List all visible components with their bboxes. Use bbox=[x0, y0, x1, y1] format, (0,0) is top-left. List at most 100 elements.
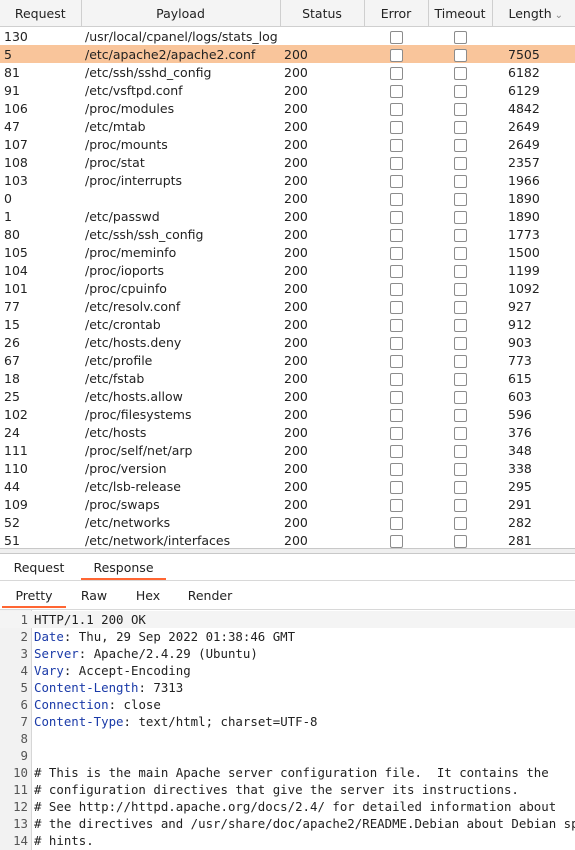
tab-response[interactable]: Response bbox=[81, 556, 166, 580]
timeout-checkbox[interactable] bbox=[453, 516, 467, 530]
timeout-checkbox[interactable] bbox=[453, 120, 467, 134]
error-checkbox[interactable] bbox=[389, 264, 403, 278]
timeout-checkbox[interactable] bbox=[453, 102, 467, 116]
table-row[interactable]: 108/proc/stat 200 2357 bbox=[0, 153, 575, 171]
timeout-checkbox[interactable] bbox=[453, 210, 467, 224]
tab-raw[interactable]: Raw bbox=[68, 584, 120, 606]
table-row[interactable]: 102/proc/filesystems 200 596 bbox=[0, 405, 575, 423]
timeout-checkbox[interactable] bbox=[453, 66, 467, 80]
timeout-checkbox[interactable] bbox=[453, 354, 467, 368]
error-checkbox[interactable] bbox=[389, 372, 403, 386]
error-checkbox[interactable] bbox=[389, 462, 403, 476]
column-header-payload[interactable]: Payload bbox=[81, 0, 281, 27]
error-checkbox[interactable] bbox=[389, 336, 403, 350]
column-header-length[interactable]: Length ⌄ bbox=[492, 0, 575, 27]
error-checkbox[interactable] bbox=[389, 480, 403, 494]
timeout-checkbox[interactable] bbox=[453, 426, 467, 440]
table-row[interactable]: 24/etc/hosts 200 376 bbox=[0, 423, 575, 441]
error-checkbox[interactable] bbox=[389, 192, 403, 206]
timeout-checkbox[interactable] bbox=[453, 228, 467, 242]
table-row[interactable]: 77/etc/resolv.conf 200 927 bbox=[0, 297, 575, 315]
timeout-checkbox[interactable] bbox=[453, 264, 467, 278]
table-row[interactable]: 52/etc/networks 200 282 bbox=[0, 513, 575, 531]
table-row[interactable]: 105/proc/meminfo 200 1500 bbox=[0, 243, 575, 261]
error-checkbox[interactable] bbox=[389, 228, 403, 242]
timeout-checkbox[interactable] bbox=[453, 138, 467, 152]
table-row[interactable]: 81/etc/ssh/sshd_config 200 6182 bbox=[0, 63, 575, 81]
timeout-checkbox[interactable] bbox=[453, 534, 467, 548]
tab-pretty[interactable]: Pretty bbox=[2, 584, 66, 608]
timeout-checkbox[interactable] bbox=[453, 498, 467, 512]
error-checkbox[interactable] bbox=[389, 156, 403, 170]
table-row[interactable]: 104/proc/ioports 200 1199 bbox=[0, 261, 575, 279]
table-row[interactable]: 47/etc/mtab 200 2649 bbox=[0, 117, 575, 135]
table-row[interactable]: 106/proc/modules 200 4842 bbox=[0, 99, 575, 117]
error-checkbox[interactable] bbox=[389, 300, 403, 314]
table-row[interactable]: 101/proc/cpuinfo 200 1092 bbox=[0, 279, 575, 297]
error-checkbox[interactable] bbox=[389, 354, 403, 368]
error-checkbox[interactable] bbox=[389, 66, 403, 80]
error-checkbox[interactable] bbox=[389, 30, 403, 44]
timeout-checkbox[interactable] bbox=[453, 282, 467, 296]
error-checkbox[interactable] bbox=[389, 282, 403, 296]
table-row[interactable]: 44/etc/lsb-release 200 295 bbox=[0, 477, 575, 495]
error-checkbox[interactable] bbox=[389, 534, 403, 548]
table-row[interactable]: 130/usr/local/cpanel/logs/stats_log bbox=[0, 27, 575, 46]
timeout-checkbox[interactable] bbox=[453, 318, 467, 332]
timeout-checkbox[interactable] bbox=[453, 408, 467, 422]
table-row[interactable]: 1/etc/passwd 200 1890 bbox=[0, 207, 575, 225]
timeout-checkbox[interactable] bbox=[453, 390, 467, 404]
tab-request[interactable]: Request bbox=[0, 556, 78, 578]
error-checkbox[interactable] bbox=[389, 210, 403, 224]
table-row[interactable]: 107/proc/mounts 200 2649 bbox=[0, 135, 575, 153]
timeout-checkbox[interactable] bbox=[453, 300, 467, 314]
timeout-checkbox[interactable] bbox=[453, 246, 467, 260]
error-checkbox[interactable] bbox=[389, 102, 403, 116]
error-checkbox[interactable] bbox=[389, 390, 403, 404]
table-row[interactable]: 25/etc/hosts.allow 200 603 bbox=[0, 387, 575, 405]
error-checkbox[interactable] bbox=[389, 318, 403, 332]
tab-hex[interactable]: Hex bbox=[122, 584, 174, 606]
error-checkbox[interactable] bbox=[389, 174, 403, 188]
error-checkbox[interactable] bbox=[389, 48, 403, 62]
error-checkbox[interactable] bbox=[389, 516, 403, 530]
error-checkbox[interactable] bbox=[389, 246, 403, 260]
timeout-checkbox[interactable] bbox=[453, 462, 467, 476]
error-checkbox[interactable] bbox=[389, 120, 403, 134]
table-row[interactable]: 5/etc/apache2/apache2.conf 200 7505 bbox=[0, 45, 575, 63]
timeout-checkbox[interactable] bbox=[453, 336, 467, 350]
table-row[interactable]: 103/proc/interrupts 200 1966 bbox=[0, 171, 575, 189]
error-checkbox[interactable] bbox=[389, 498, 403, 512]
timeout-checkbox[interactable] bbox=[453, 174, 467, 188]
column-header-status[interactable]: Status bbox=[280, 0, 365, 27]
column-header-timeout[interactable]: Timeout bbox=[428, 0, 493, 27]
error-checkbox[interactable] bbox=[389, 444, 403, 458]
table-row[interactable]: 80/etc/ssh/ssh_config 200 1773 bbox=[0, 225, 575, 243]
response-editor[interactable]: 1 HTTP/1.1 200 OK 2 Date: Thu, 29 Sep 2022 … bbox=[0, 610, 575, 850]
error-checkbox[interactable] bbox=[389, 138, 403, 152]
table-row[interactable]: 109/proc/swaps 200 291 bbox=[0, 495, 575, 513]
table-row[interactable]: 67/etc/profile 200 773 bbox=[0, 351, 575, 369]
table-row[interactable]: 26/etc/hosts.deny 200 903 bbox=[0, 333, 575, 351]
error-checkbox[interactable] bbox=[389, 408, 403, 422]
table-row[interactable]: 91/etc/vsftpd.conf 200 6129 bbox=[0, 81, 575, 99]
error-checkbox[interactable] bbox=[389, 84, 403, 98]
timeout-checkbox[interactable] bbox=[453, 48, 467, 62]
error-checkbox[interactable] bbox=[389, 426, 403, 440]
table-row[interactable]: 51/etc/network/interfaces 200 281 bbox=[0, 531, 575, 548]
table-row[interactable]: 110/proc/version 200 338 bbox=[0, 459, 575, 477]
column-header-error[interactable]: Error bbox=[364, 0, 429, 27]
table-row[interactable]: 18/etc/fstab 200 615 bbox=[0, 369, 575, 387]
table-row[interactable]: 0 200 1890 bbox=[0, 189, 575, 207]
timeout-checkbox[interactable] bbox=[453, 372, 467, 386]
table-row[interactable]: 15/etc/crontab 200 912 bbox=[0, 315, 575, 333]
timeout-checkbox[interactable] bbox=[453, 30, 467, 44]
pane-splitter[interactable] bbox=[0, 548, 575, 554]
tab-render[interactable]: Render bbox=[176, 584, 244, 606]
timeout-checkbox[interactable] bbox=[453, 84, 467, 98]
timeout-checkbox[interactable] bbox=[453, 192, 467, 206]
column-header-request[interactable]: Request bbox=[0, 0, 82, 27]
timeout-checkbox[interactable] bbox=[453, 156, 467, 170]
table-row[interactable]: 111/proc/self/net/arp 200 348 bbox=[0, 441, 575, 459]
timeout-checkbox[interactable] bbox=[453, 480, 467, 494]
